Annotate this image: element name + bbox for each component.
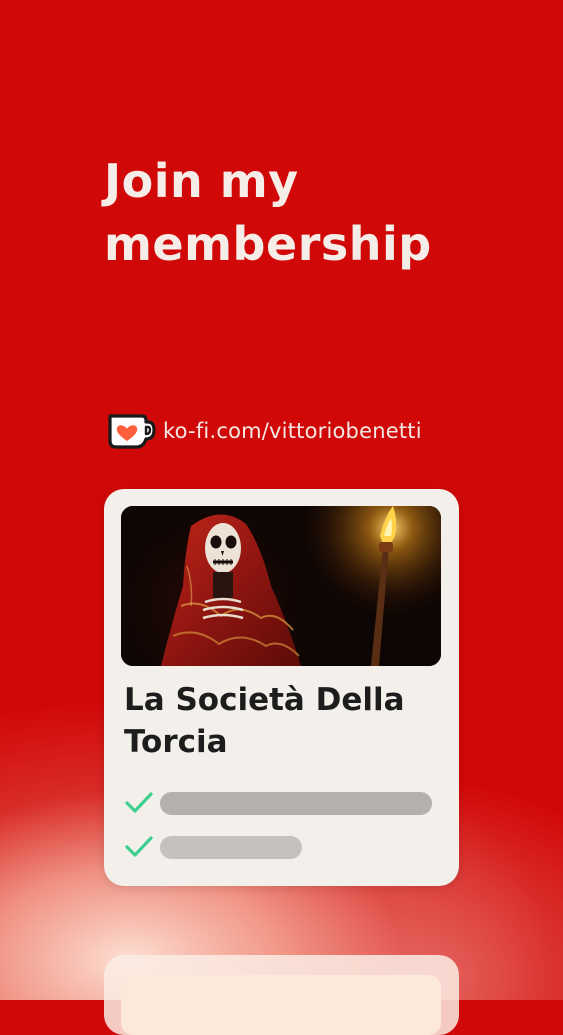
perk-text-placeholder [160,791,432,815]
skull-face-figure-with-torch-image [121,506,441,666]
kofi-link-row[interactable]: ko-fi.com/vittoriobenetti [104,410,422,452]
next-tier-card-image [121,975,441,1035]
perk-item [124,834,302,860]
tier-title-line-1: La Società Della [124,682,405,718]
membership-tier-card[interactable]: La Società Della Torcia [104,489,459,886]
kofi-url-link[interactable]: ko-fi.com/vittoriobenetti [163,419,422,443]
check-icon [125,836,153,857]
headline-line-2: membership [104,217,432,271]
perk-item [124,790,432,816]
headline-line-1: Join my [104,154,299,208]
check-icon [125,792,153,813]
ko-fi-cup-heart-icon [108,414,156,449]
tier-title-line-2: Torcia [124,724,228,760]
perk-text-placeholder [160,835,302,859]
tier-title: La Società Della Torcia [124,679,444,763]
tier-cover-image [121,506,441,666]
next-tier-card-peek[interactable] [104,955,459,1035]
page-headline: Join my membership [104,150,504,276]
